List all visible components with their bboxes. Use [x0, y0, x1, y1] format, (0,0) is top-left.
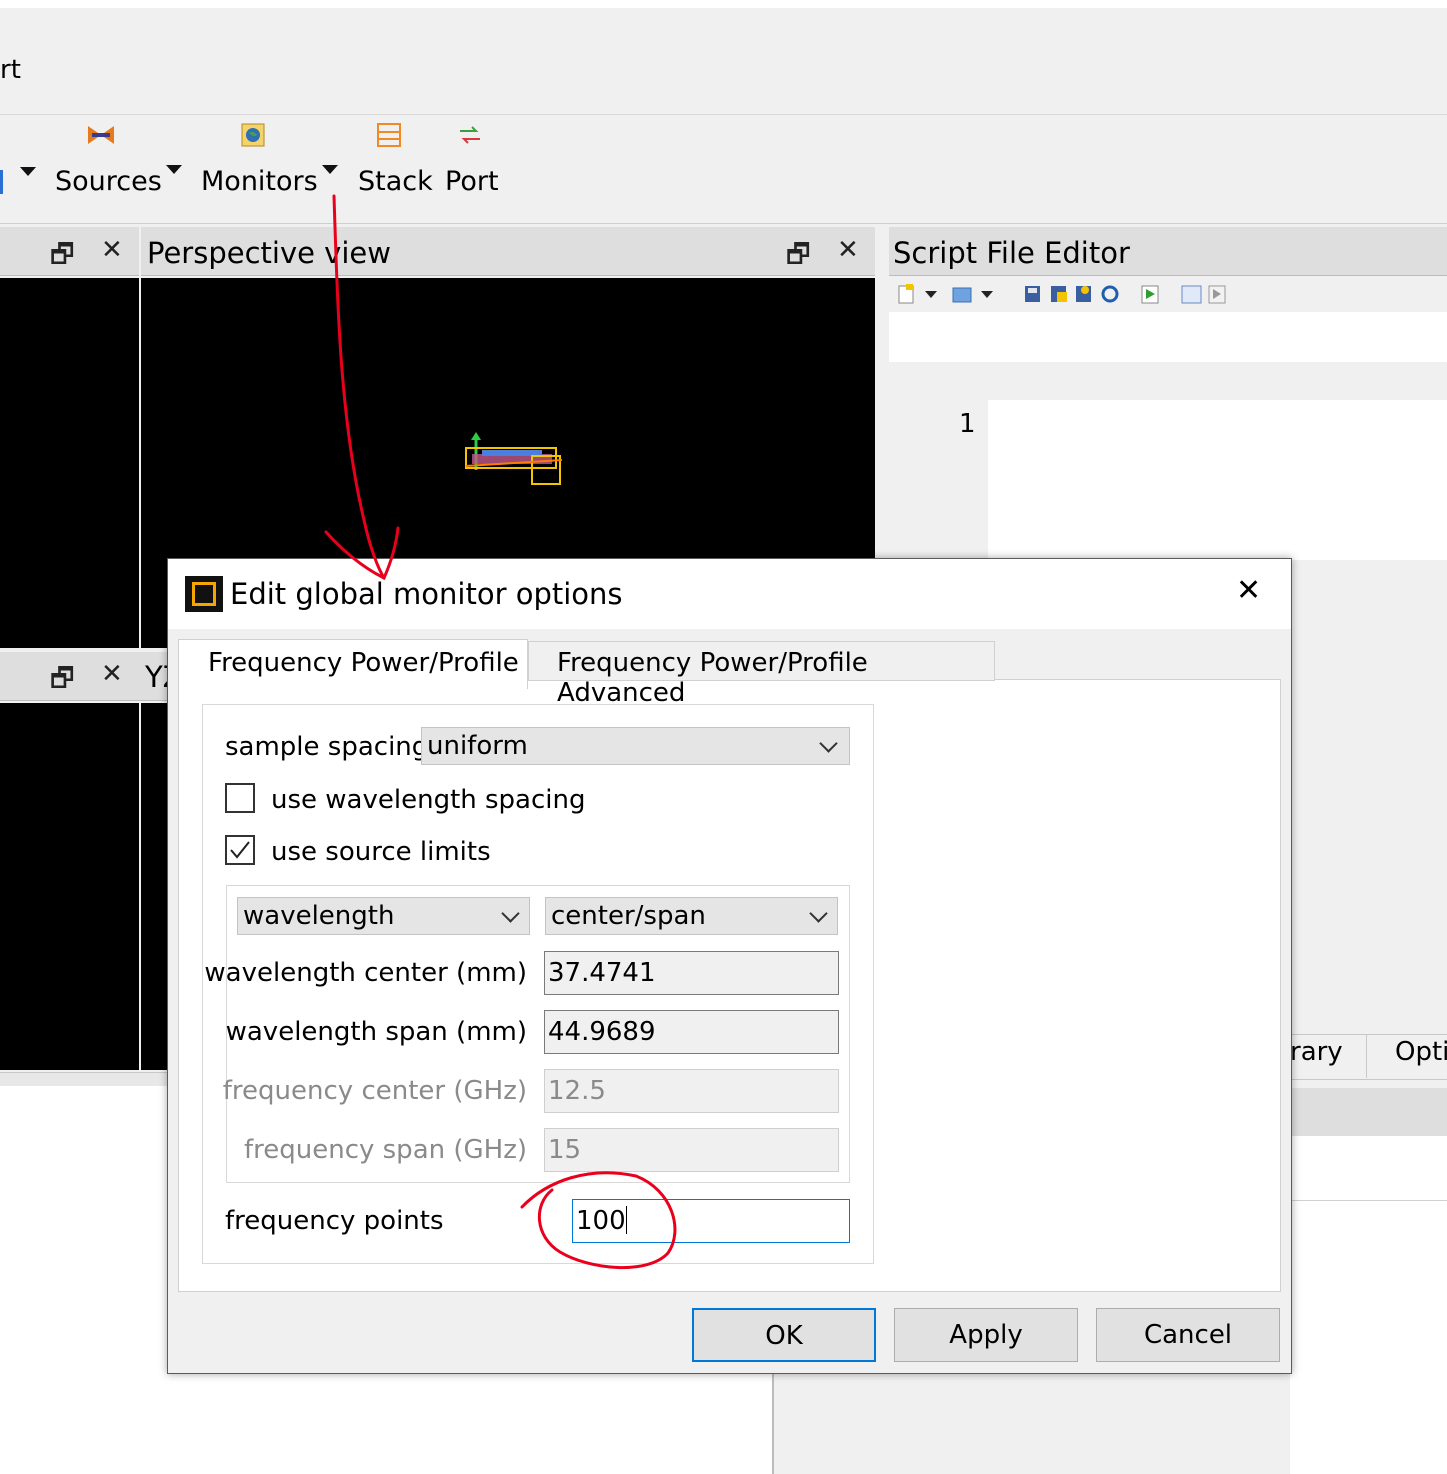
frequency-points-input[interactable]: 100: [572, 1199, 850, 1243]
close-icon[interactable]: ✕: [101, 659, 123, 689]
tab-frequency-power-profile[interactable]: Frequency Power/Profile: [178, 639, 528, 689]
menu-item-partial[interactable]: rt: [0, 55, 21, 85]
tab-separator: [1366, 1034, 1367, 1078]
toolbar-port-label[interactable]: Port: [445, 166, 499, 197]
right-dock-lower: [1290, 1201, 1447, 1474]
toolbar-monitors-label[interactable]: Monitors: [201, 166, 318, 197]
range-type-value: wavelength: [243, 901, 395, 931]
wavelength-span-label: wavelength span (mm): [225, 1017, 527, 1047]
script-editor-toolbar: [889, 276, 1447, 312]
cancel-button[interactable]: Cancel: [1096, 1308, 1280, 1362]
source-limits-group: wavelength center/span wavelength center…: [204, 885, 850, 1183]
sources-icon[interactable]: [88, 126, 114, 144]
range-mode-value: center/span: [551, 901, 706, 931]
wavelength-center-label: wavelength center (mm): [204, 958, 527, 988]
monitors-dropdown-arrow[interactable]: [322, 165, 338, 174]
script-editor-input[interactable]: [889, 312, 1447, 362]
chevron-down-icon: [501, 904, 520, 923]
use-source-limits-label: use source limits: [271, 837, 491, 867]
frequency-span-label: frequency span (GHz): [243, 1135, 527, 1165]
splitter[interactable]: [772, 1372, 774, 1474]
script-editor-title: Script File Editor: [893, 236, 1130, 270]
checkmark-icon: [230, 841, 250, 859]
wavelength-span-field[interactable]: 44.9689: [544, 1010, 839, 1054]
tab-options-partial[interactable]: Opti: [1395, 1037, 1447, 1067]
toolbar-partial-icon: [0, 170, 3, 194]
text-cursor: [625, 1206, 627, 1234]
tab-frequency-power-profile-advanced[interactable]: Frequency Power/Profile Advanced: [528, 641, 995, 708]
app-icon: [185, 576, 223, 612]
line-number: 1: [959, 409, 976, 439]
range-mode-select[interactable]: center/span: [545, 897, 838, 935]
left-viewport[interactable]: [0, 278, 139, 648]
toolbar-dropdown-arrow[interactable]: [20, 167, 36, 176]
toolbar-sources-label[interactable]: Sources: [55, 166, 162, 197]
use-source-limits-checkbox[interactable]: [225, 835, 255, 865]
tab-library-partial[interactable]: rary: [1290, 1037, 1343, 1067]
sample-spacing-select[interactable]: uniform: [421, 727, 850, 765]
restore-icon[interactable]: 🗗: [786, 236, 810, 280]
settings-group: sample spacing uniform use wavelength sp…: [202, 704, 874, 1264]
sample-spacing-value: uniform: [427, 731, 528, 761]
frequency-span-field: 15: [544, 1128, 839, 1172]
lower-left-viewport[interactable]: [0, 703, 139, 1070]
edit-global-monitor-options-dialog: Edit global monitor options ✕ sample spa…: [167, 558, 1292, 1374]
range-type-select[interactable]: wavelength: [237, 897, 530, 935]
script-editor-text-area[interactable]: [988, 400, 1447, 560]
right-dock-content: [1290, 1136, 1447, 1201]
sample-spacing-label: sample spacing: [225, 732, 429, 762]
close-icon[interactable]: ✕: [837, 235, 859, 265]
use-wavelength-spacing-label: use wavelength spacing: [271, 785, 586, 815]
chevron-down-icon: [809, 904, 828, 923]
stack-icon[interactable]: [377, 123, 401, 147]
close-icon[interactable]: ✕: [1236, 573, 1261, 608]
chevron-down-icon: [819, 734, 838, 753]
sources-dropdown-arrow[interactable]: [166, 165, 182, 174]
window-top-strip: [0, 0, 1447, 8]
3d-model-graphic: [462, 430, 566, 488]
panel-divider: [0, 1072, 170, 1087]
use-wavelength-spacing-checkbox[interactable]: [225, 783, 255, 813]
apply-button[interactable]: Apply: [894, 1308, 1078, 1362]
restore-icon[interactable]: 🗗: [50, 660, 74, 704]
frequency-points-value: 100: [576, 1206, 626, 1236]
dialog-title: Edit global monitor options: [230, 577, 623, 611]
port-icon[interactable]: [458, 125, 482, 145]
close-icon[interactable]: ✕: [101, 235, 123, 265]
restore-icon[interactable]: 🗗: [50, 236, 74, 280]
frequency-center-field: 12.5: [544, 1069, 839, 1113]
ok-button[interactable]: OK: [692, 1308, 876, 1362]
frequency-center-label: frequency center (GHz): [222, 1076, 527, 1106]
right-dock-header: [1290, 1088, 1447, 1136]
frequency-points-label: frequency points: [225, 1206, 444, 1236]
toolbar-stack-label[interactable]: Stack: [358, 166, 433, 197]
wavelength-center-field[interactable]: 37.4741: [544, 951, 839, 995]
menu-bar: [0, 8, 1447, 115]
monitors-icon[interactable]: [241, 123, 265, 147]
tab-page: sample spacing uniform use wavelength sp…: [178, 679, 1281, 1292]
perspective-panel-title: Perspective view: [147, 236, 391, 270]
